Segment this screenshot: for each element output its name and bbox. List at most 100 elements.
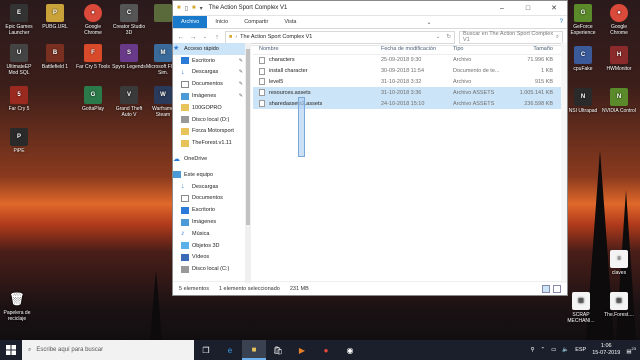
nav-item-disco-d[interactable]: Disco local (D:) (173, 114, 245, 126)
gottaplay-icon: G (84, 86, 102, 104)
search-icon: ⌕ (555, 33, 559, 40)
download-icon: ↓ (181, 68, 185, 76)
notification-center-icon[interactable]: ▤23 (626, 346, 636, 355)
new-folder-icon[interactable]: ■ (192, 5, 196, 11)
desktop-icon-theforest[interactable]: ▤ The.Forest.... (602, 292, 636, 318)
desktop-icon-geforce[interactable]: G GeForce Experience (566, 4, 600, 36)
desktop-icon-recycle-bin[interactable]: 🗑 Papelera de reciclaje (0, 290, 34, 322)
desktop-icon-creator[interactable]: C Creator Studio 3D (112, 4, 146, 36)
up-arrow-icon[interactable]: ↑ (213, 34, 221, 41)
table-row[interactable]: install character 30-09-2018 11:54 Docum… (253, 66, 561, 77)
close-button[interactable]: ✕ (541, 4, 567, 12)
task-view-icon[interactable]: ❐ (194, 340, 218, 360)
selection-size: 231 MB (289, 285, 309, 292)
path-segment[interactable]: The Action Sport Complex V1 (240, 34, 312, 40)
help-icon[interactable]: ? (560, 19, 567, 25)
desktop-icon-scrap[interactable]: ▤ SCRAP MECHANI... (564, 292, 598, 324)
nav-item-escritorio[interactable]: Escritorio ✎ (173, 55, 245, 67)
nav-pc-descargas[interactable]: ↓ Descargas (173, 181, 245, 193)
tray-overflow-icon[interactable]: ⌃ (541, 347, 546, 353)
column-header-nombre[interactable]: Nombre (253, 46, 381, 52)
clock[interactable]: 1:06 15-07-2019 (592, 343, 620, 357)
forward-arrow-icon[interactable]: → (189, 34, 197, 41)
nav-pc-videos[interactable]: Vídeos (173, 252, 245, 264)
nav-pc-disco-c[interactable]: Disco local (C:) (173, 263, 245, 275)
desktop-icon-gta[interactable]: V Grand Theft Auto V (112, 86, 146, 118)
drag-selection-marker (298, 97, 305, 157)
nav-pc-imagenes[interactable]: Imágenes (173, 216, 245, 228)
recycle-bin-icon: 🗑 (9, 292, 25, 306)
desktop-icon-pipe[interactable]: P PiPE (2, 128, 36, 154)
tab-inicio[interactable]: Inicio (207, 16, 236, 28)
desktop-icon-far-cry-tools[interactable]: F Far Cry 5 Tools (76, 44, 110, 70)
nav-pc-objetos-3d[interactable]: Objetos 3D (173, 240, 245, 252)
desktop-icon-nsi[interactable]: N NSI Ultrapad (566, 88, 600, 114)
expand-ribbon-icon[interactable]: ⌄ (427, 19, 438, 26)
desktop-icon-cpuz[interactable]: CcpuFake (566, 46, 600, 72)
column-header-tipo[interactable]: Tipo (453, 46, 511, 52)
nav-onedrive[interactable]: ☁ OneDrive (173, 153, 245, 165)
back-arrow-icon[interactable]: ← (177, 34, 185, 41)
path-field[interactable]: ■ › The Action Sport Complex V1 ⌄ ↻ (225, 30, 455, 44)
nav-this-pc[interactable]: Este equipo (173, 169, 245, 181)
nav-item-imagenes[interactable]: Imágenes ✎ (173, 90, 245, 102)
minimize-button[interactable]: – (489, 5, 515, 12)
nav-pc-musica[interactable]: ♪ Música (173, 228, 245, 240)
nav-item-theforest[interactable]: TheForest.v1.11 (173, 137, 245, 149)
media-player-icon[interactable]: ▶ (290, 340, 314, 360)
volume-icon[interactable]: 🔈 (562, 347, 569, 353)
nav-pc-documentos[interactable]: Documentos (173, 193, 245, 205)
desktop-icon-pubg[interactable]: P PUBG.URL (38, 4, 72, 30)
nav-item-descargas[interactable]: ↓ Descargas ✎ (173, 67, 245, 79)
desktop-icon-spyro[interactable]: S Spyro Legends (112, 44, 146, 70)
desktop-icon-google-chrome[interactable]: ● Google Chrome (602, 4, 636, 36)
column-header-tamano[interactable]: Tamaño (511, 46, 553, 52)
gta-icon: V (120, 86, 138, 104)
properties-icon[interactable]: ▯ (185, 5, 188, 12)
tab-vista[interactable]: Vista (276, 16, 304, 28)
desktop-icon-hwmonitor[interactable]: H HWMonitor (602, 46, 636, 72)
maximize-button[interactable]: □ (515, 5, 541, 12)
desktop-icon-epic[interactable]: E Epic Games Launcher (2, 4, 36, 36)
steam-icon[interactable]: ◉ (338, 340, 362, 360)
text-file-icon (259, 67, 265, 75)
people-icon[interactable]: ⚲ (530, 347, 534, 353)
app-icon (154, 4, 172, 22)
start-button[interactable] (0, 340, 22, 360)
table-row[interactable]: level5 31-10-2018 3:32 Archivo 915 KB (253, 77, 561, 88)
edge-icon[interactable]: e (218, 340, 242, 360)
nav-item-documentos[interactable]: Documentos ✎ (173, 78, 245, 90)
desktop-icon-claves[interactable]: ≡ claves (602, 250, 636, 276)
desktop-icon-gottaplay[interactable]: G GottaPlay (76, 86, 110, 112)
language-indicator[interactable]: ESP (575, 347, 586, 353)
spyro-icon: S (120, 44, 138, 62)
tab-archivo[interactable]: Archivo (173, 16, 208, 28)
table-row[interactable]: characters 25-09-2018 9:30 Archivo 71.99… (253, 55, 561, 66)
taskbar-search-input[interactable]: ⌕ Escribe aquí para buscar (22, 340, 194, 360)
explorer-body: ★ Acceso rápido Escritorio ✎ ↓ Descargas ✎ D… (173, 43, 567, 283)
network-icon[interactable]: ▭ (551, 347, 556, 353)
nav-item-forza[interactable]: Forza Motorsport (173, 126, 245, 138)
desktop-icon-chrome[interactable]: ● Google Chrome (76, 4, 110, 36)
chrome-taskbar-icon[interactable]: ● (314, 340, 338, 360)
column-header-fecha[interactable]: Fecha de modificación (381, 46, 453, 52)
path-dropdown-icon[interactable]: ⌄ (436, 34, 444, 40)
refresh-icon[interactable]: ↻ (446, 34, 454, 40)
nav-item-100gopro[interactable]: 100GOPRO (173, 102, 245, 114)
details-view-icon[interactable] (542, 284, 550, 293)
desktop-icon-far-cry-5[interactable]: 5 Far Cry 5 (2, 86, 36, 112)
navigation-pane: ★ Acceso rápido Escritorio ✎ ↓ Descargas ✎ D… (173, 43, 245, 283)
navigation-scrollbar[interactable] (245, 43, 251, 283)
desktop-icon-battlefield[interactable]: B Battlefield 1 (38, 44, 72, 70)
search-input[interactable]: Buscar en The Action Sport Complex V1 ⌕ (459, 30, 563, 44)
desktop-icon-nvidia[interactable]: N NVIDIA Control (602, 88, 636, 114)
scrollbar-thumb[interactable] (246, 49, 250, 225)
large-icons-view-icon[interactable] (553, 284, 561, 293)
nav-pc-escritorio[interactable]: Escritorio (173, 204, 245, 216)
file-explorer-taskbar-icon[interactable]: ■ (242, 340, 266, 360)
tab-compartir[interactable]: Compartir (236, 16, 276, 28)
desktop-icon-ultimate[interactable]: U UltimateEP Mod SQL (2, 44, 36, 76)
recent-locations-icon[interactable]: ⌄ (201, 34, 209, 40)
nav-quick-access[interactable]: ★ Acceso rápido (173, 43, 245, 55)
store-icon[interactable]: 🛍 (266, 340, 290, 360)
